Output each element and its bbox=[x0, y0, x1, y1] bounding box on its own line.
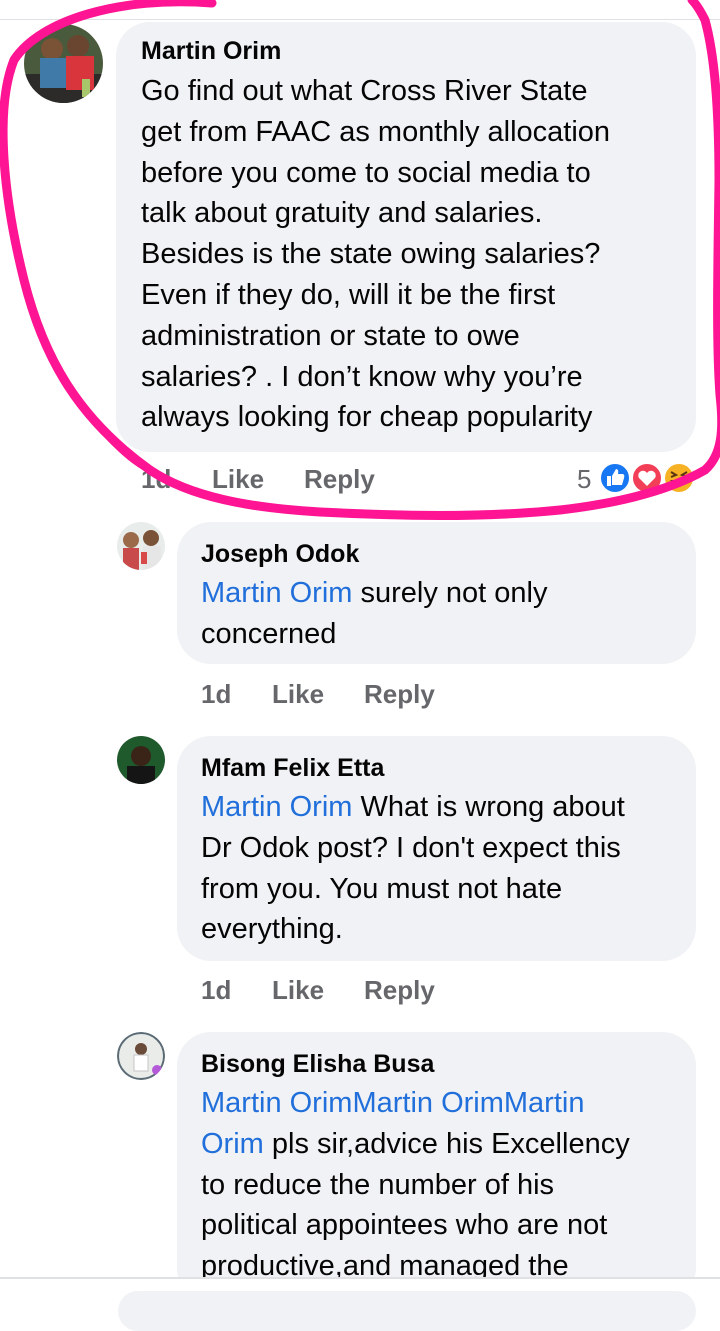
avatar[interactable] bbox=[117, 736, 165, 784]
avatar-image bbox=[117, 736, 165, 784]
mention-link[interactable]: Orim bbox=[201, 1128, 264, 1160]
comment-time[interactable]: 1d bbox=[201, 679, 231, 710]
top-divider bbox=[0, 19, 720, 20]
mention-link[interactable]: Martin OrimMartin OrimMartin bbox=[201, 1083, 676, 1124]
avatar-image bbox=[117, 1032, 165, 1080]
avatar[interactable] bbox=[117, 522, 165, 570]
comment-author[interactable]: Martin Orim bbox=[141, 36, 674, 66]
avatar-image bbox=[24, 24, 103, 103]
like-button[interactable]: Like bbox=[272, 679, 324, 710]
reply-button[interactable]: Reply bbox=[364, 975, 435, 1006]
haha-icon bbox=[663, 462, 695, 494]
next-comment-bubble bbox=[118, 1291, 696, 1331]
comment-text: Go find out what Cross River State get f… bbox=[141, 75, 611, 434]
like-button[interactable]: Like bbox=[212, 464, 264, 495]
comment-time[interactable]: 1d bbox=[141, 464, 171, 495]
comment-actions: 1d Like Reply bbox=[0, 975, 720, 1009]
reply-button[interactable]: Reply bbox=[364, 679, 435, 710]
love-icon bbox=[631, 462, 663, 494]
comment-bubble: Martin Orim Go find out what Cross River… bbox=[116, 22, 696, 452]
avatar[interactable] bbox=[117, 1032, 165, 1080]
bottom-divider bbox=[0, 1277, 720, 1279]
reactions[interactable] bbox=[598, 462, 698, 494]
comment-text: Martin OrimMartin OrimMartin Orim pls si… bbox=[201, 1083, 676, 1287]
comment-bubble: Bisong Elisha Busa Martin OrimMartin Ori… bbox=[177, 1032, 696, 1302]
comment-time[interactable]: 1d bbox=[201, 975, 231, 1006]
comment-author[interactable]: Bisong Elisha Busa bbox=[201, 1049, 676, 1079]
comment-bubble: Mfam Felix Etta Martin Orim What is wron… bbox=[177, 736, 696, 961]
mention-link[interactable]: Martin Orim bbox=[201, 577, 352, 609]
comment-actions: 1d Like Reply bbox=[0, 679, 720, 713]
reaction-count: 5 bbox=[577, 464, 592, 494]
avatar[interactable] bbox=[24, 24, 103, 103]
comment-text: Martin Orim surely not only concerned bbox=[201, 577, 548, 650]
comment-author[interactable]: Joseph Odok bbox=[201, 539, 676, 569]
like-icon bbox=[599, 462, 631, 494]
comment-bubble: Joseph Odok Martin Orim surely not only … bbox=[177, 522, 696, 664]
mention-link[interactable]: Martin Orim bbox=[201, 791, 352, 823]
comment-author[interactable]: Mfam Felix Etta bbox=[201, 753, 676, 783]
reply-button[interactable]: Reply bbox=[304, 464, 375, 495]
like-button[interactable]: Like bbox=[272, 975, 324, 1006]
comment-text: Martin Orim What is wrong about Dr Odok … bbox=[201, 791, 625, 946]
avatar-image bbox=[117, 522, 165, 570]
